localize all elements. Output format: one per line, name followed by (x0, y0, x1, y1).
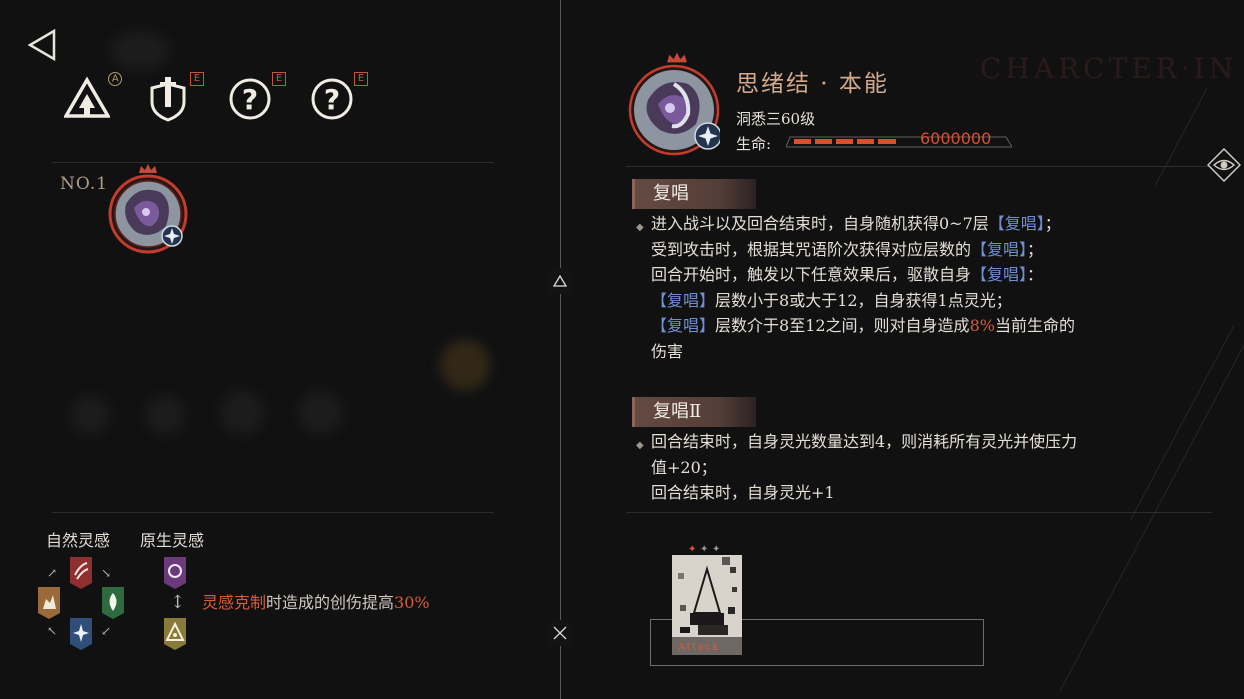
skill-description: ◆ 进入战斗以及回合结束时，自身随机获得0~7层【复唱】； 受到攻击时，根据其咒… (636, 214, 1075, 361)
collapse-button[interactable] (548, 268, 572, 294)
svg-text:?: ? (242, 83, 258, 116)
arrow-icon: ↘ (101, 566, 112, 580)
watermark-subtitle: · · · · · · · · · · · · · · (1010, 88, 1196, 98)
panel-divider (560, 0, 561, 699)
status-level-up[interactable]: A (64, 69, 125, 122)
svg-text:✦: ✦ (700, 544, 708, 555)
natural-inspiration-label: 自然灵感 (46, 531, 111, 550)
arrow-icon: ↕ (170, 592, 186, 613)
enemy-portrait[interactable] (108, 174, 188, 254)
origin-inspiration-label: 原生灵感 (140, 531, 205, 550)
skill-description: ◆ 回合结束时，自身灵光数量达到4，则消耗所有灵光并使压力 值+20； 回合结束… (636, 432, 1078, 503)
grade-badge: E (354, 72, 368, 86)
shield-icon (150, 77, 186, 122)
plant-banner-icon (102, 587, 124, 619)
arrow-icon: ↙ (101, 624, 112, 638)
svg-text:✦: ✦ (688, 544, 696, 555)
close-icon (553, 626, 567, 640)
beast-banner-icon (70, 557, 92, 589)
divider (626, 166, 1212, 167)
svg-text:?: ? (324, 83, 340, 116)
status-shield[interactable]: E (146, 72, 204, 122)
divider (626, 512, 1212, 513)
bullet-icon: ◆ (636, 222, 644, 233)
mineral-banner-icon (38, 587, 60, 619)
inspiration-advantage-text: 灵感克制时造成的创伤提高30% (202, 593, 430, 612)
star-banner-icon (70, 618, 92, 650)
status-unknown-1[interactable]: ? E (228, 72, 286, 122)
triangle-up-icon (553, 275, 567, 287)
attack-card[interactable]: ✦ ✦ ✦ Attack (672, 543, 742, 655)
card-label: Attack (677, 642, 720, 653)
intellect-banner-icon (164, 618, 186, 650)
status-unknown-2[interactable]: ? E (310, 72, 368, 122)
svg-text:✦: ✦ (712, 544, 720, 555)
skill-title: 复唱Ⅱ (632, 397, 756, 427)
character-level: 洞悉三60级 (736, 110, 816, 128)
character-portrait (628, 64, 720, 156)
arrow-icon: ↖ (47, 624, 58, 638)
grade-badge: E (190, 72, 204, 86)
crown-icon (139, 164, 157, 173)
enemy-number: NO.1 (60, 174, 109, 194)
status-icons-row: A E ? E ? E (64, 69, 368, 122)
close-button[interactable] (548, 620, 572, 646)
character-info-watermark: CHARCTER·IN (980, 52, 1238, 85)
hp-value: 6000000 (920, 129, 992, 148)
grade-badge: E (272, 72, 286, 86)
skill-title: 复唱 (632, 179, 756, 209)
arrow-icon: ↗ (47, 566, 58, 580)
eye-icon (1220, 161, 1228, 169)
unknown-icon: ? (311, 78, 353, 120)
level-up-icon (64, 76, 110, 118)
spirit-banner-icon (164, 557, 186, 589)
life-label: 生命: (736, 135, 772, 153)
crown-icon (667, 52, 687, 63)
unknown-icon: ? (229, 78, 271, 120)
divider (52, 512, 494, 513)
character-name: 思绪结 · 本能 (736, 71, 889, 97)
bullet-icon: ◆ (636, 440, 644, 451)
divider (52, 162, 494, 163)
back-button[interactable] (26, 28, 60, 62)
view-toggle-button[interactable] (1207, 148, 1241, 182)
